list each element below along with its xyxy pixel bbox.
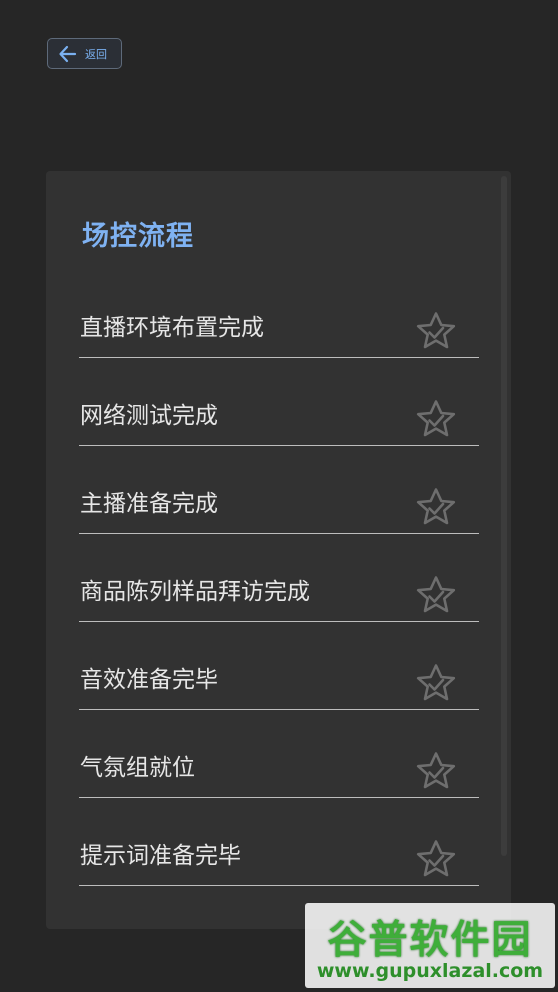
divider <box>79 445 479 446</box>
item-label: 网络测试完成 <box>80 403 218 429</box>
item-label: 主播准备完成 <box>80 491 218 517</box>
divider <box>79 797 479 798</box>
item-label: 提示词准备完毕 <box>80 843 241 869</box>
scrollbar[interactable] <box>501 176 507 856</box>
star-check-icon[interactable] <box>415 487 457 527</box>
list-item[interactable]: 音效准备完毕 <box>79 652 479 740</box>
star-check-icon[interactable] <box>415 311 457 351</box>
divider <box>79 885 479 886</box>
back-button[interactable]: 返回 <box>47 38 122 69</box>
item-label: 商品陈列样品拜访完成 <box>80 579 310 605</box>
divider <box>79 709 479 710</box>
star-check-icon[interactable] <box>415 663 457 703</box>
list-item[interactable]: 主播准备完成 <box>79 476 479 564</box>
arrow-left-icon <box>57 43 79 65</box>
watermark: 谷普软件园 www.gupuxlazal.com <box>305 903 555 988</box>
watermark-url: www.gupuxlazal.com <box>316 960 544 982</box>
star-check-icon[interactable] <box>415 575 457 615</box>
star-check-icon[interactable] <box>415 399 457 439</box>
star-check-icon[interactable] <box>415 839 457 879</box>
watermark-title: 谷普软件园 <box>327 918 533 963</box>
list-item[interactable]: 直播环境布置完成 <box>79 300 479 388</box>
item-label: 直播环境布置完成 <box>80 315 264 341</box>
star-check-icon[interactable] <box>415 751 457 791</box>
list-item[interactable]: 气氛组就位 <box>79 740 479 828</box>
card-title: 场控流程 <box>82 221 194 252</box>
divider <box>79 621 479 622</box>
checklist: 直播环境布置完成 网络测试完成 主播准备完成 商品陈列样品拜访完成 音效准备完毕… <box>79 300 479 916</box>
list-item[interactable]: 商品陈列样品拜访完成 <box>79 564 479 652</box>
page: 返回 场控流程 直播环境布置完成 网络测试完成 主播准备完成 商品陈列样品拜访完… <box>0 0 558 992</box>
divider <box>79 357 479 358</box>
list-item[interactable]: 网络测试完成 <box>79 388 479 476</box>
back-button-label: 返回 <box>85 47 107 61</box>
item-label: 气氛组就位 <box>80 755 195 781</box>
item-label: 音效准备完毕 <box>80 667 218 693</box>
divider <box>79 533 479 534</box>
